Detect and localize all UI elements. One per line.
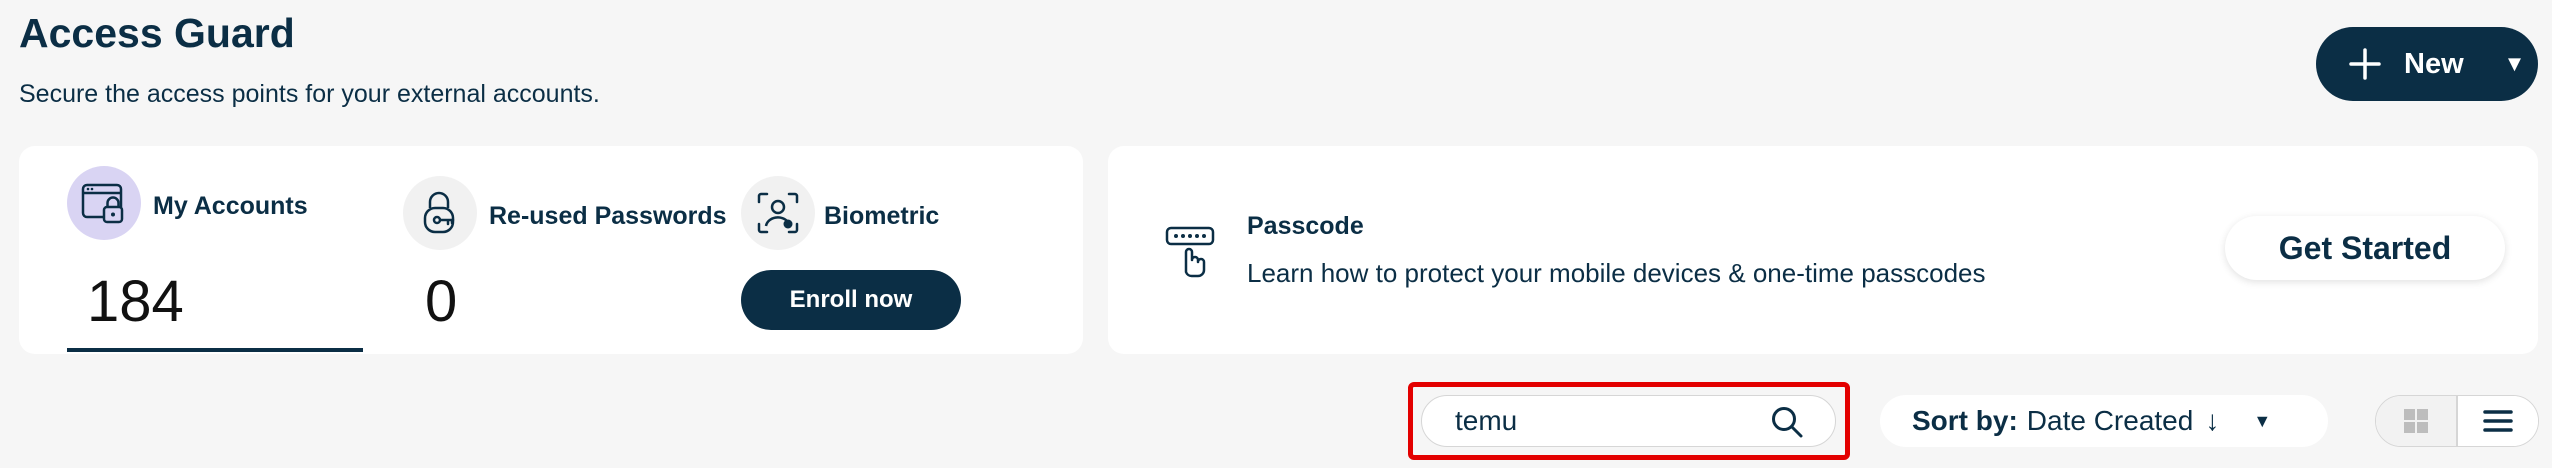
search-icon[interactable]	[1770, 405, 1804, 439]
stats-card: My Accounts 184 Re-used Passwords 0 Biom…	[19, 146, 1083, 354]
sort-value: Date Created	[2026, 405, 2194, 436]
face-scan-icon	[741, 176, 815, 250]
search-input[interactable]	[1455, 405, 1745, 437]
list-view-button[interactable]	[2457, 396, 2538, 446]
grid-icon	[2404, 409, 2429, 433]
tab-biometric[interactable]: Biometric	[824, 202, 939, 231]
tab-reused-passwords[interactable]: Re-used Passwords	[489, 202, 727, 231]
browser-lock-icon	[67, 166, 141, 240]
chevron-down-icon: ▼	[2253, 410, 2272, 431]
keypad-pointer-icon	[1165, 226, 1215, 278]
my-accounts-count: 184	[87, 269, 184, 334]
chevron-down-icon: ▼	[2503, 51, 2526, 76]
page-title: Access Guard	[19, 10, 295, 56]
passcode-title: Passcode	[1247, 212, 1364, 240]
lock-key-icon	[403, 176, 477, 250]
new-button[interactable]: New ▼	[2316, 27, 2538, 101]
get-started-button[interactable]: Get Started	[2225, 216, 2505, 280]
search-field[interactable]	[1421, 395, 1836, 447]
enroll-now-button[interactable]: Enroll now	[741, 270, 961, 330]
view-toggle	[2375, 395, 2539, 447]
reused-passwords-count: 0	[425, 269, 458, 334]
arrow-down-icon: ↓	[2205, 405, 2220, 436]
sort-label: Sort by:	[1912, 405, 2018, 436]
active-tab-indicator	[67, 348, 363, 352]
new-button-label: New	[2404, 47, 2464, 80]
grid-view-button[interactable]	[2376, 396, 2457, 446]
sort-dropdown[interactable]: Sort by: Date Created ↓ ▼	[1880, 395, 2328, 447]
passcode-description: Learn how to protect your mobile devices…	[1247, 258, 1986, 288]
plus-icon	[2349, 48, 2381, 80]
page-subtitle: Secure the access points for your extern…	[19, 80, 600, 108]
list-icon	[2483, 410, 2513, 432]
tab-my-accounts[interactable]: My Accounts	[153, 192, 308, 221]
passcode-card: Passcode Learn how to protect your mobil…	[1108, 146, 2538, 354]
